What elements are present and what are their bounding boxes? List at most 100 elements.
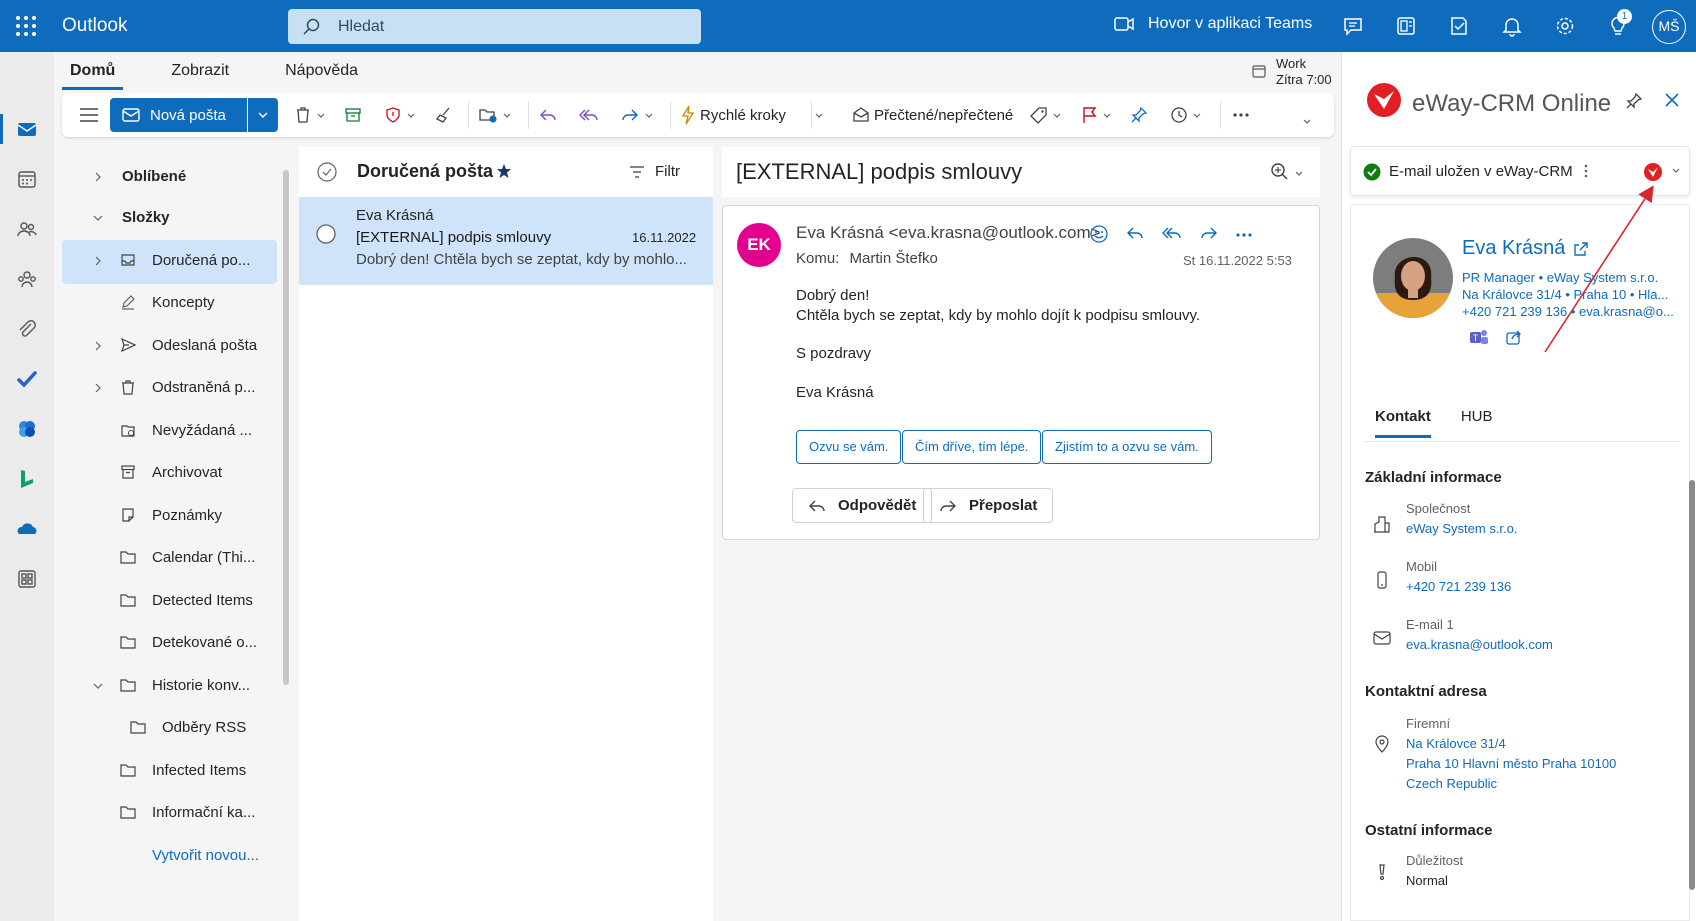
address-line[interactable]: Czech Republic — [1406, 776, 1497, 791]
folder-item[interactable]: Odstraněná p... — [62, 367, 277, 411]
folder-item[interactable]: Odběry RSS — [62, 707, 277, 751]
folder-item[interactable]: Doručená po... — [62, 239, 277, 284]
folder-item[interactable]: Nevyžádaná ... — [62, 410, 277, 454]
contact-address[interactable]: Na Královce 31/4 • Praha 10 • Hla... — [1462, 287, 1668, 302]
suggested-reply-button[interactable]: Ozvu se vám. — [796, 430, 902, 464]
email-sender[interactable]: Eva Krásná <eva.krasna@outlook.com> — [796, 223, 1101, 243]
folder-item[interactable]: Historie konv... — [62, 665, 277, 709]
search-input[interactable]: Hledat — [288, 9, 701, 44]
teams-call-button[interactable]: Hovor v aplikaci Teams — [1114, 15, 1312, 33]
gear-icon[interactable] — [1554, 15, 1576, 37]
ribbon-expand-chevron-icon[interactable] — [1302, 117, 1312, 127]
archive-button[interactable] — [344, 103, 362, 127]
bookings-icon[interactable] — [16, 468, 38, 490]
tab-contact[interactable]: Kontakt — [1375, 408, 1431, 438]
contact-name-link[interactable]: Eva Krásná — [1462, 237, 1589, 260]
snooze-button[interactable] — [1170, 103, 1202, 127]
forward-button[interactable] — [620, 103, 654, 127]
more-horizontal-icon[interactable] — [1235, 232, 1253, 238]
address-line[interactable]: Na Královce 31/4 — [1406, 736, 1506, 751]
teams-icon[interactable]: T — [1469, 328, 1489, 346]
chevron-down-icon[interactable] — [1294, 169, 1304, 179]
account-avatar[interactable]: MŠ — [1652, 10, 1686, 44]
folder-item[interactable]: Koncepty — [62, 282, 277, 326]
move-to-button[interactable] — [478, 103, 512, 127]
chevron-down-icon[interactable] — [92, 680, 104, 692]
chevron-right-icon[interactable] — [92, 255, 104, 267]
report-button[interactable] — [384, 103, 416, 127]
pin-icon[interactable] — [1625, 92, 1643, 110]
address-line[interactable]: Praha 10 Hlavní město Praha 10100 — [1406, 756, 1616, 771]
reply-button[interactable]: Odpovědět — [792, 488, 933, 523]
tab-hub[interactable]: HUB — [1461, 408, 1493, 438]
quick-steps-dropdown[interactable] — [814, 103, 824, 127]
folder-pane-scrollbar[interactable] — [283, 170, 289, 685]
reply-all-icon[interactable] — [1160, 223, 1184, 245]
email-value[interactable]: eva.krasna@outlook.com — [1406, 637, 1553, 652]
company-value[interactable]: eWay System s.r.o. — [1406, 521, 1518, 536]
create-folder-link[interactable]: Vytvořit novou... — [62, 835, 277, 879]
contact-phone-email[interactable]: +420 721 239 136 • eva.krasna@o... — [1462, 304, 1674, 319]
reply-icon[interactable] — [1124, 223, 1146, 245]
folder-item[interactable]: Detected Items — [62, 580, 277, 624]
folder-item[interactable]: Poznámky — [62, 495, 277, 539]
pin-button[interactable] — [1130, 103, 1148, 127]
to-recipient[interactable]: Martin Štefko — [850, 250, 938, 267]
addin-scrollbar[interactable] — [1689, 480, 1695, 890]
message-list-item[interactable]: Eva Krásná [EXTERNAL] podpis smlouvy 16.… — [299, 197, 713, 285]
chevron-right-icon[interactable] — [92, 340, 104, 352]
reply-all-button[interactable] — [578, 103, 600, 127]
folder-item[interactable]: Calendar (Thi... — [62, 537, 277, 581]
folder-group-header[interactable]: Složky — [62, 197, 277, 241]
paperclip-icon[interactable] — [16, 318, 38, 340]
tab-help[interactable]: Nápověda — [277, 60, 366, 90]
onedrive-icon[interactable] — [16, 518, 38, 540]
chevron-down-icon[interactable] — [92, 212, 104, 224]
suggested-reply-button[interactable]: Čím dříve, tím lépe. — [902, 430, 1042, 464]
groups-icon[interactable] — [16, 268, 38, 290]
forward-button[interactable]: Přeposlat — [923, 488, 1054, 523]
select-all-checkbox-icon[interactable] — [317, 162, 337, 182]
chevron-right-icon[interactable] — [92, 382, 104, 394]
more-apps-icon[interactable] — [16, 568, 38, 590]
more-options-button[interactable] — [1232, 103, 1250, 127]
new-mail-dropdown[interactable] — [248, 98, 278, 132]
folder-item[interactable]: Archivovat — [62, 452, 277, 496]
chevron-down-icon[interactable] — [1671, 166, 1681, 176]
folder-item[interactable]: Infected Items — [62, 750, 277, 794]
close-icon[interactable] — [1664, 92, 1680, 108]
tab-home[interactable]: Domů — [62, 60, 124, 90]
sender-avatar[interactable]: EK — [737, 223, 781, 267]
emoji-icon[interactable] — [1088, 223, 1110, 245]
quick-steps-button[interactable]: Rychlé kroky — [680, 103, 786, 127]
message-select-radio-icon[interactable] — [316, 224, 336, 244]
calendar-icon[interactable] — [16, 168, 38, 190]
eway-saved-icon[interactable] — [1643, 162, 1663, 182]
chat-icon[interactable] — [1342, 15, 1364, 37]
folder-item[interactable]: Odeslaná pošta — [62, 325, 277, 369]
app-launcher-icon[interactable] — [14, 14, 38, 38]
bell-icon[interactable] — [1501, 15, 1523, 37]
todo-icon[interactable] — [1448, 15, 1470, 37]
upcoming-event[interactable]: Work Zítra 7:00 — [1276, 56, 1332, 88]
contact-title-company[interactable]: PR Manager • eWay System s.r.o. — [1462, 270, 1658, 285]
zoom-icon[interactable] — [1270, 162, 1292, 182]
sweep-button[interactable] — [434, 103, 452, 127]
categorize-button[interactable] — [1030, 103, 1062, 127]
todo-app-icon[interactable] — [16, 368, 38, 390]
forward-icon[interactable] — [1198, 223, 1220, 245]
suggested-reply-button[interactable]: Zjistím to a ozvu se vám. — [1042, 430, 1212, 464]
office-icon[interactable] — [1395, 15, 1417, 37]
folder-item[interactable]: Detekované o... — [62, 622, 277, 666]
viva-icon[interactable] — [16, 418, 38, 440]
filter-button[interactable]: Filtr — [629, 163, 680, 180]
people-icon[interactable] — [16, 218, 38, 240]
more-vertical-icon[interactable] — [1583, 163, 1589, 179]
read-unread-button[interactable]: Přečtené/nepřečtené — [852, 103, 1013, 127]
app-title[interactable]: Outlook — [62, 15, 127, 37]
delete-button[interactable] — [294, 103, 326, 127]
chevron-right-icon[interactable] — [92, 171, 104, 183]
folder-item[interactable]: Informační ka... — [62, 792, 277, 836]
reply-button[interactable] — [538, 103, 558, 127]
share-icon[interactable] — [1505, 328, 1523, 346]
